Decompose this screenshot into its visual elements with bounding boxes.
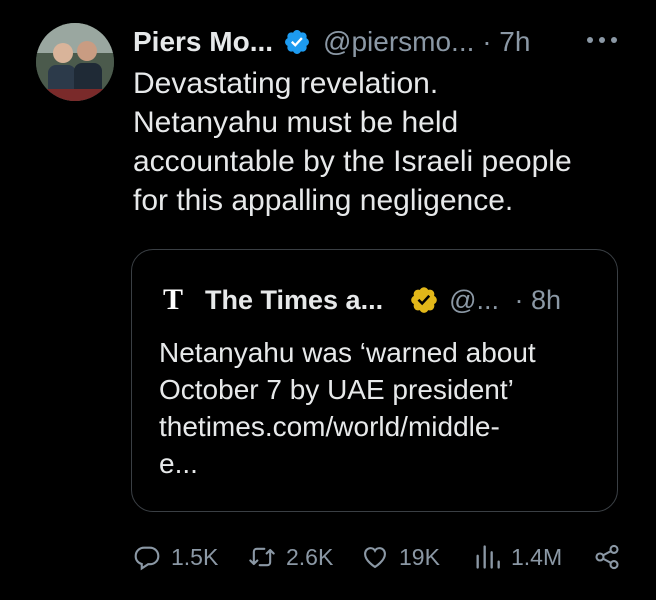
views-icon: [476, 545, 500, 569]
quoted-tweet[interactable]: T The Times a... @... · 8h Netanyahu was…: [131, 249, 618, 512]
action-bar: 1.5K 2.6K 19K 1.4M: [133, 540, 623, 574]
views-button[interactable]: 1.4M: [473, 540, 562, 574]
quote-header: T The Times a... @... · 8h: [163, 282, 561, 318]
like-icon: [364, 547, 386, 569]
avatar[interactable]: [36, 23, 114, 101]
like-button[interactable]: 19K: [361, 540, 440, 574]
reply-button[interactable]: 1.5K: [133, 540, 218, 574]
quote-handle: @... · 8h: [449, 285, 561, 316]
quote-timestamp: · 8h: [514, 284, 562, 315]
author-name[interactable]: Piers Mo...: [133, 26, 273, 58]
reply-count: 1.5K: [171, 543, 219, 570]
avatar-image: [36, 23, 114, 101]
reply-icon: [134, 546, 160, 571]
share-icon: [595, 544, 619, 570]
like-count: 19K: [399, 543, 440, 570]
repost-icon: [249, 547, 275, 567]
verified-badge-icon: [285, 30, 310, 54]
tweet-text: Devastating revelation. Netanyahu must b…: [133, 67, 572, 217]
gold-verified-badge-icon: [411, 287, 437, 313]
repost-count: 2.6K: [286, 543, 334, 570]
times-logo: T: [163, 283, 184, 316]
author-handle[interactable]: @piersmo... · 7h: [323, 26, 530, 58]
quote-handle-text: @...: [449, 284, 499, 315]
quote-author-name: The Times a...: [205, 284, 384, 315]
tweet-header: Piers Mo... @piersmo... · 7h: [133, 22, 530, 62]
more-icon[interactable]: [584, 30, 620, 50]
handle-text: @piersmo...: [323, 26, 475, 57]
repost-button[interactable]: 2.6K: [248, 540, 333, 574]
views-count: 1.4M: [511, 543, 563, 570]
quote-text: Netanyahu was ‘warned about October 7 by…: [159, 337, 536, 479]
timestamp[interactable]: · 7h: [482, 26, 530, 57]
share-button[interactable]: [593, 540, 631, 574]
